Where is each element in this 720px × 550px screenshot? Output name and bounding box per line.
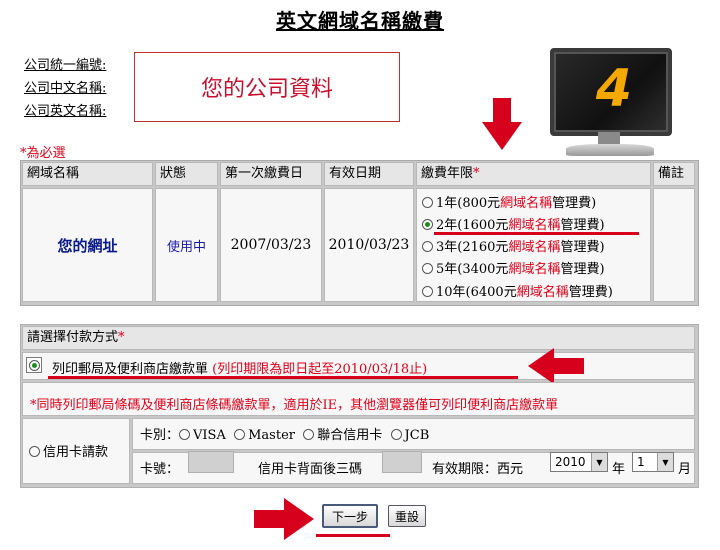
header-first-payment: 第一次繳費日 [220, 162, 322, 186]
print-option-underline [48, 376, 518, 379]
header-expiry: 有效日期 [324, 162, 414, 186]
radio-button[interactable] [390, 429, 402, 440]
next-button-underline [316, 534, 390, 537]
company-info-box: 您的公司資料 [134, 52, 400, 122]
step-number: 4 [595, 59, 633, 119]
radio-button[interactable] [179, 429, 191, 440]
card-type-row-content: 卡別： VISA Master 聯合信用卡 JCB [140, 428, 430, 443]
credit-card-option[interactable]: 信用卡請款 [29, 441, 108, 460]
expiry-month-select[interactable]: 1 ▼ [632, 452, 674, 472]
first-payment-cell: 2007/03/23 [220, 188, 322, 302]
company-id-label: 公司統一編號: [24, 58, 107, 73]
company-en-name-label: 公司英文名稱: [24, 104, 107, 119]
required-note: *為必選 [20, 146, 66, 161]
year-unit: 年 [612, 462, 626, 477]
down-arrow-icon [482, 98, 522, 150]
year-option-1[interactable]: 1年(800元網域名稱管理費) [422, 192, 596, 211]
payment-header: 請選擇付款方式* [22, 326, 695, 350]
expiry-label: 有效期限：西元 [432, 462, 524, 477]
radio-button[interactable] [303, 429, 315, 440]
status-text: 使用中 [166, 239, 206, 255]
radio-button[interactable] [422, 263, 433, 274]
header-status: 狀態 [155, 162, 218, 186]
remark-cell [653, 188, 695, 302]
cvv-input[interactable] [382, 451, 422, 473]
radio-button-selected[interactable] [28, 359, 40, 371]
next-step-button[interactable]: 下一步 [322, 504, 378, 528]
monitor-stand [598, 132, 620, 144]
reset-button[interactable]: 重設 [388, 505, 426, 527]
month-unit: 月 [678, 462, 692, 477]
domain-cell: 您的網址 [22, 188, 153, 302]
expiry-date: 2010/03/23 [328, 237, 410, 253]
expiry-year-select[interactable]: 2010 ▼ [550, 452, 608, 472]
radio-button[interactable] [422, 197, 433, 208]
year-option-2[interactable]: 2年(1600元網域名稱管理費) [422, 214, 605, 233]
page-title: 英文網域名稱繳費 [276, 9, 444, 33]
print-option-label[interactable]: 列印郵局及便利商店繳款單 (列印期限為即日起至2010/03/18止) [52, 358, 427, 377]
cvv-label: 信用卡背面後三碼 [258, 462, 363, 477]
chevron-down-icon: ▼ [591, 453, 607, 471]
radio-button[interactable] [422, 286, 433, 297]
header-domain: 網域名稱 [22, 162, 153, 186]
monitor-base [566, 144, 654, 156]
selected-underline [434, 232, 639, 235]
radio-button[interactable] [29, 446, 40, 457]
header-remark: 備註 [653, 162, 695, 186]
left-arrow-icon [528, 348, 584, 384]
radio-button[interactable] [422, 241, 433, 252]
browser-notice: *同時列印郵局條碼及便利商店條碼繳款單，適用於IE，其他瀏覽器僅可列印便利商店繳… [30, 398, 559, 413]
chevron-down-icon: ▼ [657, 453, 673, 471]
header-years: 繳費年限* [416, 162, 651, 186]
card-number-label: 卡號： [140, 462, 180, 477]
year-option-5[interactable]: 5年(3400元網域名稱管理費) [422, 258, 605, 277]
domain-name: 您的網址 [57, 236, 118, 255]
radio-button[interactable] [234, 429, 246, 440]
right-arrow-icon [254, 498, 314, 540]
year-option-10[interactable]: 10年(6400元網域名稱管理費) [422, 281, 613, 300]
company-cn-name-label: 公司中文名稱: [24, 81, 107, 96]
card-number-input[interactable] [188, 451, 234, 473]
year-option-3[interactable]: 3年(2160元網域名稱管理費) [422, 236, 605, 255]
print-option-radio[interactable] [26, 357, 42, 373]
first-payment-date: 2007/03/23 [230, 237, 312, 253]
radio-button-selected[interactable] [422, 219, 433, 230]
status-cell: 使用中 [155, 188, 218, 302]
expiry-cell: 2010/03/23 [324, 188, 414, 302]
